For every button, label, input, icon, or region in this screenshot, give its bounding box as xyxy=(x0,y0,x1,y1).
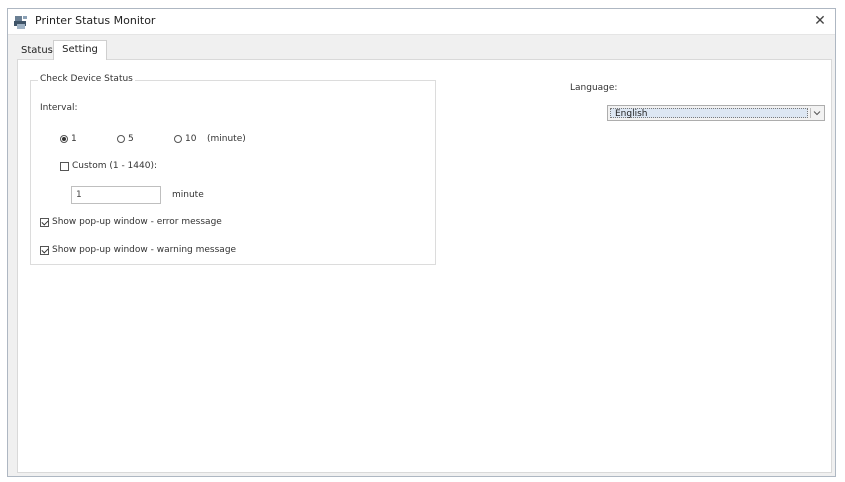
title-bar[interactable]: Printer Status Monitor ✕ xyxy=(8,9,835,35)
printer-status-window: Printer Status Monitor ✕ Status Setting … xyxy=(7,8,836,477)
interval-label: Interval: xyxy=(40,103,78,113)
show-error-label: Show pop-up window - error message xyxy=(52,217,222,227)
interval-radio-1-label: 1 xyxy=(71,134,77,144)
language-label: Language: xyxy=(570,83,618,93)
close-icon: ✕ xyxy=(814,13,826,29)
printer-icon xyxy=(14,16,27,29)
custom-checkbox[interactable] xyxy=(60,162,69,171)
interval-radio-10-label: 10 xyxy=(185,134,197,144)
tab-setting[interactable]: Setting xyxy=(53,40,107,60)
dropdown-separator xyxy=(810,108,811,118)
custom-unit-label: minute xyxy=(172,190,204,200)
interval-radio-5-label: 5 xyxy=(128,134,134,144)
close-button[interactable]: ✕ xyxy=(805,9,835,33)
window-title: Printer Status Monitor xyxy=(35,14,156,27)
language-dropdown[interactable]: English xyxy=(607,105,825,121)
check-device-status-group: Check Device Status Interval: 1 5 10 (mi… xyxy=(30,74,436,265)
group-title: Check Device Status xyxy=(38,74,135,84)
show-warning-label: Show pop-up window - warning message xyxy=(52,245,237,255)
interval-radio-10[interactable] xyxy=(174,135,182,143)
interval-radio-1[interactable] xyxy=(60,135,68,143)
custom-minutes-input[interactable] xyxy=(71,186,161,204)
setting-panel: Check Device Status Interval: 1 5 10 (mi… xyxy=(17,59,832,473)
tab-status[interactable]: Status xyxy=(17,42,57,60)
interval-unit-label: (minute) xyxy=(207,134,246,144)
show-error-checkbox[interactable] xyxy=(40,218,49,227)
show-warning-checkbox[interactable] xyxy=(40,246,49,255)
language-selected-highlight: English xyxy=(610,108,808,119)
custom-label: Custom (1 - 1440): xyxy=(72,161,157,171)
interval-radio-5[interactable] xyxy=(117,135,125,143)
chevron-down-icon[interactable] xyxy=(812,108,822,118)
language-selected-value: English xyxy=(615,109,648,119)
